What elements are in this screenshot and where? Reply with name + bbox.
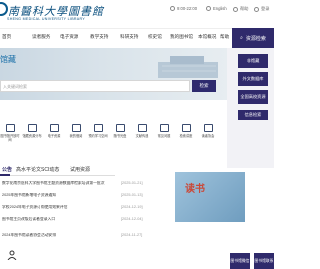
nav-item-e-resources[interactable]: 电子资源 — [60, 34, 78, 40]
books-icon — [27, 124, 37, 132]
disc-icon — [115, 124, 125, 132]
clock-icon — [170, 6, 175, 11]
nav-item-my-library[interactable]: 我的图书馆 — [170, 34, 193, 40]
library-logo-subtitle: SHENG MEDICAL UNIVERSITY LIBRARY — [7, 17, 86, 21]
language-label: English — [213, 6, 227, 11]
quick-link[interactable]: 文献传递 — [132, 124, 152, 138]
promo-text: 读书 — [185, 184, 205, 195]
news-item[interactable]: 图书馆主页改版后读者登录入口 [2024-12-04] — [0, 217, 145, 226]
globe-icon — [206, 6, 211, 11]
help-link[interactable]: 帮助 — [233, 6, 248, 12]
news-item[interactable]: 学校2024年电子资源订购使用效果评估 [2024-12-19] — [0, 205, 145, 214]
quick-link[interactable]: 电子资源 — [44, 124, 64, 138]
help-icon — [233, 6, 238, 12]
news-item[interactable]: 数字化南京医科大学图书馆主题资源数据库检索培训第一批次 [2025-01-21] — [0, 181, 145, 190]
opening-hours-text: 9:00-22:00 — [177, 6, 198, 11]
quick-link[interactable]: 馆藏资源分布 — [22, 124, 42, 138]
tab-sci-papers[interactable]: 高水平论文SCI动态 — [16, 166, 59, 173]
sidebar-item-non-collection[interactable]: 非馆藏 — [238, 54, 268, 68]
news-item[interactable]: 2025年图书馆新增电子资源通知 [2025-01-13] — [0, 193, 145, 202]
nav-item-reader-services[interactable]: 读者服务 — [32, 34, 50, 40]
opening-hours: 9:00-22:00 — [170, 6, 197, 11]
quick-link[interactable]: 读者协会 — [198, 124, 218, 138]
document-icon — [137, 124, 147, 132]
question-icon — [159, 124, 169, 132]
wechat-button[interactable]: 图书馆微信 — [230, 253, 250, 269]
hero-title: 馆藏 — [0, 55, 16, 64]
quick-link[interactable]: 我的借阅 — [66, 124, 86, 138]
language-switch[interactable]: English — [206, 6, 227, 11]
login-label: 登录 — [261, 6, 270, 11]
hero-banner: 馆藏 — [0, 48, 227, 100]
library-building-illustration — [158, 56, 218, 78]
quick-link[interactable]: 检索讲座 — [176, 124, 196, 138]
user-icon — [254, 6, 259, 12]
person-icon — [7, 250, 17, 260]
tab-active-indicator — [0, 174, 10, 176]
nav-item-home[interactable]: 首页 — [2, 34, 11, 40]
sidebar-item-foreign-db[interactable]: 外文数据库 — [238, 72, 268, 86]
tab-announcements[interactable]: 公告 — [2, 166, 12, 173]
sidebar-item-info-search[interactable]: 信息检索 — [238, 110, 268, 120]
nav-item-resource-search[interactable]: ⌕ 资源检索 — [232, 28, 274, 48]
nav-item-about[interactable]: 本馆概况 — [198, 34, 216, 40]
clock-icon — [5, 124, 15, 132]
news-item[interactable]: 2024年图书馆读者协会活动安排 [2024-11-27] — [0, 233, 145, 242]
calendar-icon — [93, 124, 103, 132]
help-label: 帮助 — [240, 6, 249, 11]
sidebar-item-national-resources[interactable]: 全国高校资源 — [238, 90, 268, 104]
search-button[interactable]: 检索 — [192, 80, 216, 92]
quick-link[interactable]: 随书光盘 — [110, 124, 130, 138]
contact-button[interactable]: 图书馆联系 — [254, 253, 274, 269]
book-icon — [71, 124, 81, 132]
nav-item-history[interactable]: 校史馆 — [148, 34, 162, 40]
database-icon — [49, 124, 59, 132]
tab-trial-resources[interactable]: 试用资源 — [70, 166, 90, 173]
search-icon: ⌕ — [240, 35, 243, 41]
quick-link[interactable]: 图书馆开放时间 — [0, 124, 20, 142]
quick-link[interactable]: 常见问题 — [154, 124, 174, 138]
login-link[interactable]: 登录 — [254, 6, 269, 12]
nav-active-label: 资源检索 — [245, 35, 266, 42]
nav-item-help[interactable]: 帮助 — [220, 34, 229, 40]
quick-link[interactable]: 预约学习空间 — [88, 124, 108, 138]
promo-banner[interactable]: 读书 — [175, 172, 245, 222]
people-icon — [203, 124, 213, 132]
tab-divider — [0, 175, 115, 176]
nav-item-research[interactable]: 科研支持 — [120, 34, 138, 40]
search-input[interactable]: 入关键词检索 — [0, 80, 190, 92]
lecture-icon — [181, 124, 191, 132]
nav-item-teaching[interactable]: 教学支持 — [90, 34, 108, 40]
search-placeholder: 入关键词检索 — [3, 84, 27, 89]
